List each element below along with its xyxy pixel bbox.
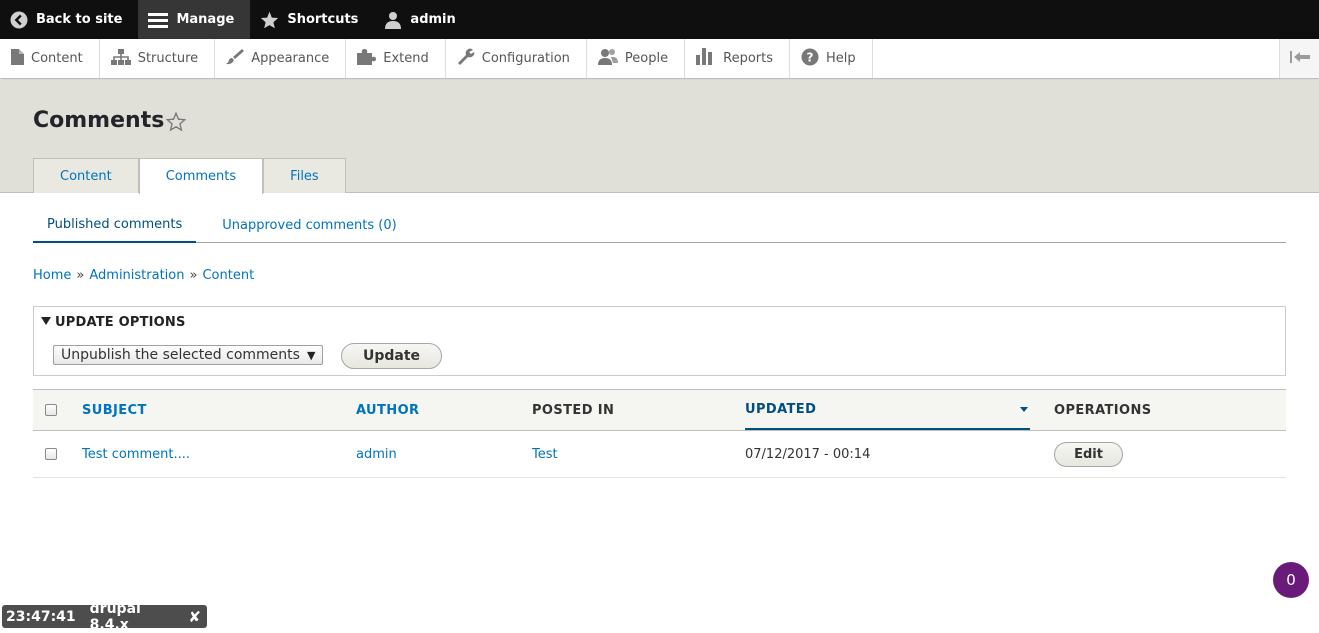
sort-descending-icon xyxy=(1020,407,1028,412)
tab-unapproved-comments[interactable]: Unapproved comments (0) xyxy=(208,207,410,243)
menu-label: Structure xyxy=(137,51,199,66)
tab-content[interactable]: Content xyxy=(33,158,139,193)
tab-files[interactable]: Files xyxy=(263,158,346,193)
triangle-down-icon xyxy=(41,315,51,330)
menu-item-reports[interactable]: Reports xyxy=(685,39,790,78)
tab-published-comments[interactable]: Published comments xyxy=(33,207,197,243)
menu-label: Configuration xyxy=(481,51,570,66)
comment-posted-in-link[interactable]: Test xyxy=(532,431,558,477)
manage-tab[interactable]: Manage xyxy=(138,0,251,39)
star-icon xyxy=(260,11,279,29)
page-header: Comments Content Comments Files xyxy=(0,80,1319,194)
select-all-cell xyxy=(45,390,57,430)
shortcuts-label: Shortcuts xyxy=(287,12,359,27)
question-icon: ? xyxy=(801,48,819,70)
shortcut-star-icon[interactable] xyxy=(165,111,187,135)
comments-table: SUBJECT AUTHOR POSTED IN UPDATED OPERATI… xyxy=(33,389,1286,478)
comment-updated: 07/12/2017 - 00:14 xyxy=(745,446,871,462)
manage-label: Manage xyxy=(176,12,235,27)
admin-toolbar: Back to site Manage Shortcuts admin xyxy=(0,0,1319,39)
menu-label: Reports xyxy=(723,51,773,66)
back-to-site-link[interactable]: Back to site xyxy=(0,0,138,39)
menu-item-appearance[interactable]: Appearance xyxy=(215,39,347,78)
puzzle-icon xyxy=(357,48,377,69)
header-subject[interactable]: SUBJECT xyxy=(82,390,147,430)
menu-item-content[interactable]: Content xyxy=(0,39,100,78)
breadcrumb-administration[interactable]: Administration xyxy=(89,268,184,283)
action-select[interactable]: Unpublish the selected comments ▼ xyxy=(53,345,323,365)
close-icon[interactable]: ✘ xyxy=(188,608,201,626)
user-label: admin xyxy=(410,12,456,27)
select-all-checkbox[interactable] xyxy=(45,404,57,416)
menu-item-help[interactable]: ? Help xyxy=(790,39,873,78)
menu-item-extend[interactable]: Extend xyxy=(346,39,446,78)
header-updated[interactable]: UPDATED xyxy=(745,390,1030,430)
user-tab[interactable]: admin xyxy=(374,0,471,39)
secondary-tabs: Published comments Unapproved comments (… xyxy=(33,207,1286,243)
comment-author-link[interactable]: admin xyxy=(356,431,397,477)
header-posted-in: POSTED IN xyxy=(532,402,615,418)
update-options-fieldset: UPDATE OPTIONS Unpublish the selected co… xyxy=(33,306,1286,376)
breadcrumb-content[interactable]: Content xyxy=(202,268,254,283)
menu-item-structure[interactable]: Structure xyxy=(100,39,216,78)
svg-text:?: ? xyxy=(807,50,814,64)
menu-label: Appearance xyxy=(251,51,330,66)
menu-item-configuration[interactable]: Configuration xyxy=(446,39,587,78)
shortcuts-tab[interactable]: Shortcuts xyxy=(250,0,374,39)
table-header: SUBJECT AUTHOR POSTED IN UPDATED OPERATI… xyxy=(33,389,1286,431)
hamburger-icon xyxy=(148,11,169,29)
table-row: Test comment.... admin Test 07/12/2017 -… xyxy=(33,431,1286,478)
header-updated-label: UPDATED xyxy=(745,401,817,417)
breadcrumb-separator: » xyxy=(189,268,198,283)
user-icon xyxy=(384,11,402,29)
bar-chart-icon xyxy=(696,48,716,69)
action-select-value: Unpublish the selected comments xyxy=(61,347,300,363)
environment-indicator: 23:47:41 drupal 8.4.x ✘ xyxy=(2,601,207,633)
update-options-legend: UPDATE OPTIONS xyxy=(55,315,186,330)
env-version: drupal 8.4.x xyxy=(89,600,141,633)
primary-tabs: Content Comments Files xyxy=(33,158,346,194)
update-options-toggle[interactable]: UPDATE OPTIONS xyxy=(41,315,186,330)
people-icon xyxy=(597,48,618,69)
breadcrumb-separator: » xyxy=(76,268,85,283)
header-operations: OPERATIONS xyxy=(1054,402,1152,418)
page-title: Comments xyxy=(33,108,165,133)
menu-label: Extend xyxy=(383,51,429,66)
breadcrumb-home[interactable]: Home xyxy=(33,268,71,283)
wrench-icon xyxy=(457,48,475,70)
collapse-tray-button[interactable] xyxy=(1279,39,1319,78)
menu-label: Content xyxy=(31,51,83,66)
select-caret-icon: ▼ xyxy=(306,348,316,362)
back-to-site-label: Back to site xyxy=(36,12,123,27)
comment-subject-link[interactable]: Test comment.... xyxy=(82,431,190,477)
breadcrumb: Home » Administration » Content xyxy=(33,268,254,283)
env-time: 23:47:41 xyxy=(6,608,76,625)
menu-label: People xyxy=(624,51,669,66)
collapse-left-icon xyxy=(1289,49,1310,68)
paintbrush-icon xyxy=(226,48,245,69)
tab-comments[interactable]: Comments xyxy=(138,158,264,194)
edit-button[interactable]: Edit xyxy=(1054,442,1123,467)
file-icon xyxy=(11,48,24,69)
update-button[interactable]: Update xyxy=(341,343,442,369)
menu-item-people[interactable]: People xyxy=(587,39,686,78)
row-select-cell xyxy=(45,431,57,477)
sitemap-icon xyxy=(110,48,131,69)
notification-badge[interactable]: 0 xyxy=(1273,562,1309,598)
admin-menu-tray: Content Structure Appearance Extend Conf… xyxy=(0,39,1319,79)
header-author[interactable]: AUTHOR xyxy=(356,390,419,430)
menu-label: Help xyxy=(826,51,856,66)
row-checkbox[interactable] xyxy=(45,448,57,460)
back-arrow-icon xyxy=(10,11,28,29)
